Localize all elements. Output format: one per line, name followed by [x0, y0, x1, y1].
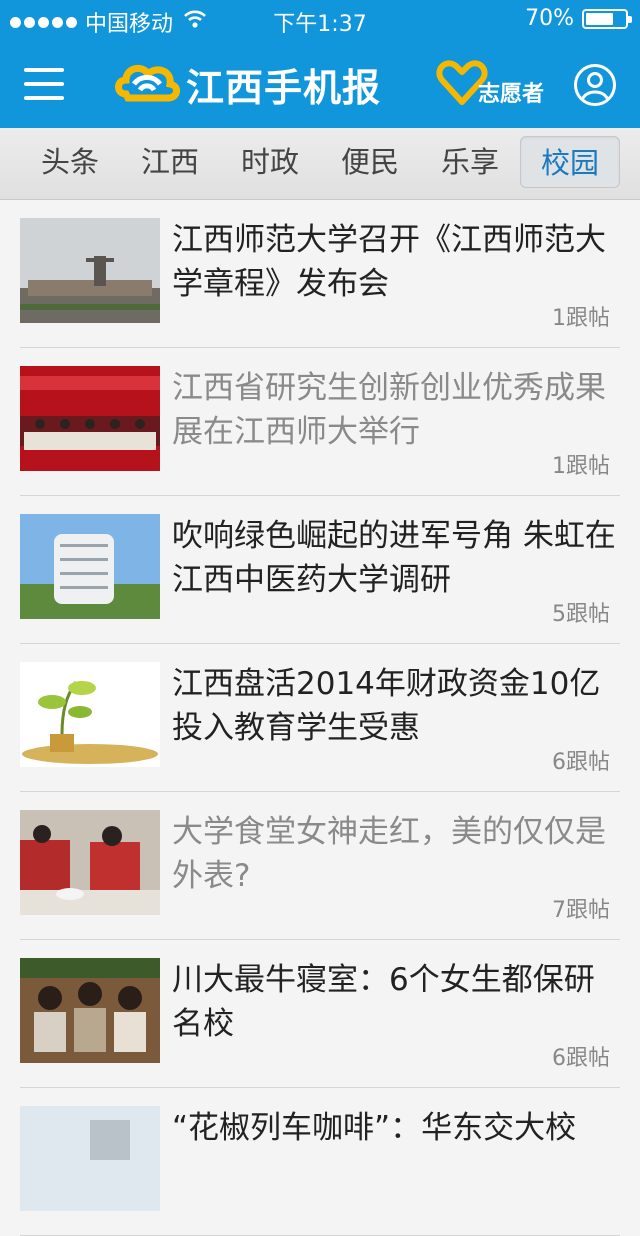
tab-services[interactable]: 便民	[320, 136, 420, 188]
tab-politics[interactable]: 时政	[220, 136, 320, 188]
article-thumbnail	[20, 218, 160, 323]
reply-count: 6跟帖	[552, 750, 610, 775]
category-tabs: 头条 江西 时政 便民 乐享 校园	[0, 128, 640, 200]
reply-count: 1跟帖	[552, 306, 610, 331]
tab-leisure[interactable]: 乐享	[420, 136, 520, 188]
battery-percent: 70%	[525, 6, 574, 31]
article-title: 江西省研究生创新创业优秀成果展在江西师大举行	[172, 370, 606, 450]
list-item[interactable]: 江西师范大学召开《江西师范大学章程》发布会 1跟帖	[20, 200, 620, 348]
menu-icon[interactable]	[24, 68, 64, 100]
article-thumbnail	[20, 958, 160, 1063]
article-thumbnail	[20, 662, 160, 767]
logo-text: 江西手机报	[186, 65, 382, 110]
article-title: “花椒列车咖啡”：华东交大校	[172, 1110, 577, 1146]
volunteer-label: 志愿者	[478, 82, 545, 107]
list-item[interactable]: 江西盘活2014年财政资金10亿投入教育学生受惠 6跟帖	[20, 644, 620, 792]
list-item[interactable]: 江西省研究生创新创业优秀成果展在江西师大举行 1跟帖	[20, 348, 620, 496]
reply-count: 1跟帖	[552, 454, 610, 479]
article-thumbnail	[20, 514, 160, 619]
app-header: 江西手机报 志愿者	[0, 40, 640, 128]
reply-count: 6跟帖	[552, 1046, 610, 1071]
article-thumbnail	[20, 1106, 160, 1211]
article-title: 江西师范大学召开《江西师范大学章程》发布会	[172, 222, 606, 302]
article-thumbnail	[20, 810, 160, 915]
reply-count: 7跟帖	[552, 898, 610, 923]
reply-count: 5跟帖	[552, 602, 610, 627]
article-title: 大学食堂女神走红，美的仅仅是外表?	[172, 814, 606, 894]
list-item[interactable]: “花椒列车咖啡”：华东交大校	[20, 1088, 620, 1236]
volunteer-button[interactable]: 志愿者	[436, 56, 544, 112]
tab-headlines[interactable]: 头条	[20, 136, 120, 188]
list-item[interactable]: 大学食堂女神走红，美的仅仅是外表? 7跟帖	[20, 792, 620, 940]
tab-campus[interactable]: 校园	[520, 136, 620, 188]
article-title: 川大最牛寝室：6个女生都保研名校	[172, 962, 595, 1042]
app-logo: 江西手机报	[112, 56, 381, 112]
list-item[interactable]: 吹响绿色崛起的进军号角 朱虹在江西中医药大学调研 5跟帖	[20, 496, 620, 644]
article-title: 江西盘活2014年财政资金10亿投入教育学生受惠	[172, 666, 601, 746]
article-thumbnail	[20, 366, 160, 471]
status-bar: 中国移动 下午1:37 70%	[0, 0, 640, 40]
battery-icon	[582, 8, 632, 29]
list-item[interactable]: 川大最牛寝室：6个女生都保研名校 6跟帖	[20, 940, 620, 1088]
logo-cloud-icon	[112, 54, 186, 114]
tab-jiangxi[interactable]: 江西	[120, 136, 220, 188]
article-title: 吹响绿色崛起的进军号角 朱虹在江西中医药大学调研	[172, 518, 616, 598]
user-icon[interactable]	[574, 64, 616, 106]
